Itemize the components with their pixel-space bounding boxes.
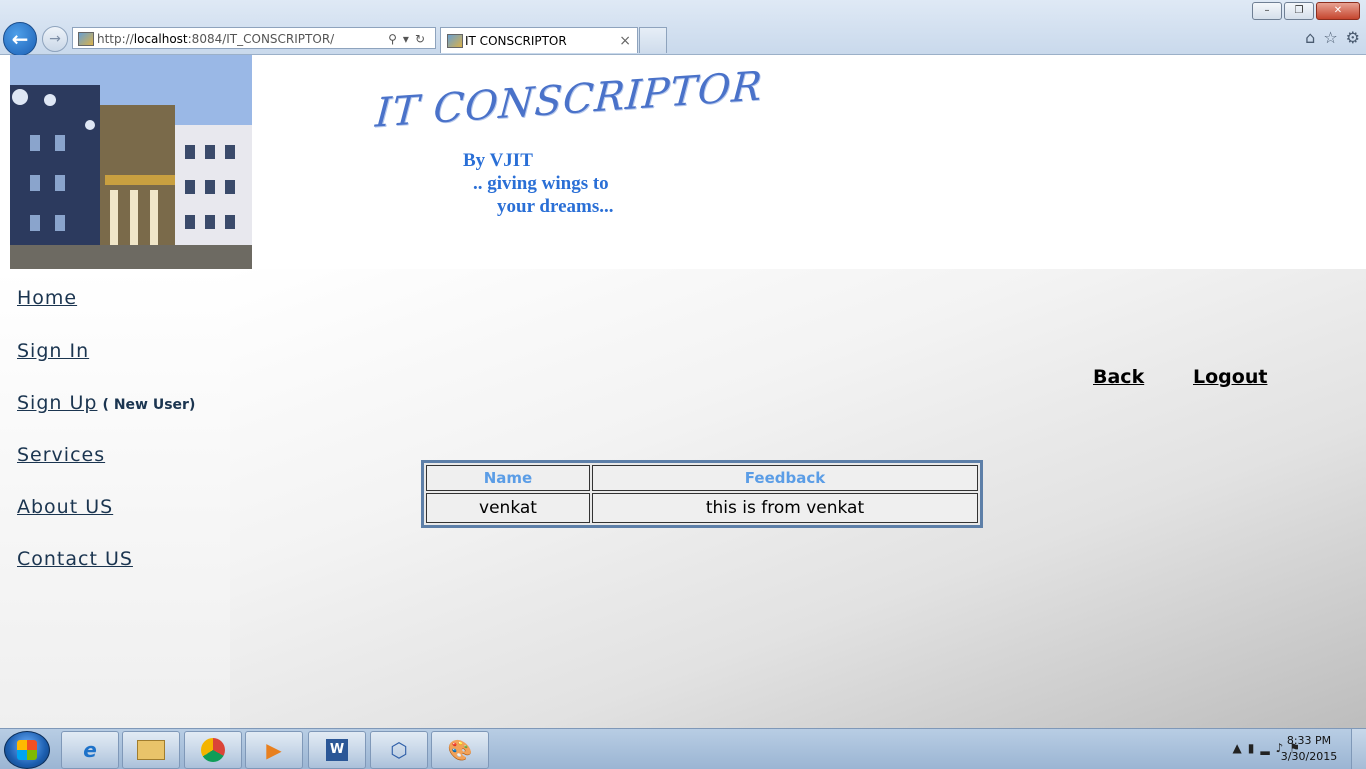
new-tab-button[interactable] xyxy=(639,27,667,53)
sidebar-nav: Home Sign In Sign Up ( New User) Service… xyxy=(0,269,230,728)
tab-close-icon[interactable]: × xyxy=(619,28,631,54)
url-host: localhost xyxy=(133,32,188,46)
address-bar[interactable]: http://localhost:8084/IT_CONSCRIPTOR/ ⚲▾… xyxy=(72,27,436,49)
tagline-by: By VJIT xyxy=(463,150,533,171)
file-explorer-icon[interactable] xyxy=(122,731,180,769)
page-favicon-icon xyxy=(78,32,94,46)
home-icon[interactable]: ⌂ xyxy=(1305,28,1315,47)
cell-feedback: this is from venkat xyxy=(592,493,978,523)
sidebar-item-contact-us[interactable]: Contact US xyxy=(17,548,133,570)
column-header-feedback: Feedback xyxy=(592,465,978,491)
url-prefix: http:// xyxy=(97,32,134,46)
start-button[interactable] xyxy=(4,731,50,769)
table-row: venkat this is from venkat xyxy=(426,493,978,523)
campus-building-image xyxy=(10,55,252,269)
word-icon[interactable]: W xyxy=(308,731,366,769)
window-controls: – ❐ ✕ xyxy=(1252,2,1360,20)
minimize-button[interactable]: – xyxy=(1252,2,1282,20)
restore-button[interactable]: ❐ xyxy=(1284,2,1314,20)
url-path: :8084/IT_CONSCRIPTOR/ xyxy=(187,32,335,46)
logout-link[interactable]: Logout xyxy=(1193,366,1267,388)
forward-arrow-icon[interactable]: → xyxy=(42,26,68,52)
sidebar-item-home[interactable]: Home xyxy=(17,287,77,309)
back-arrow-icon[interactable]: ← xyxy=(3,22,37,56)
internet-explorer-icon[interactable]: e xyxy=(61,731,119,769)
cell-name: venkat xyxy=(426,493,590,523)
clock-date: 3/30/2015 xyxy=(1280,750,1338,763)
column-header-name: Name xyxy=(426,465,590,491)
sidebar-item-about-us[interactable]: About US xyxy=(17,496,113,518)
sidebar-item-services[interactable]: Services xyxy=(17,444,105,466)
network-icon[interactable]: ▮ xyxy=(1248,741,1261,755)
favorites-star-icon[interactable]: ☆ xyxy=(1323,28,1337,47)
back-link[interactable]: Back xyxy=(1093,366,1144,388)
sidebar-item-sign-up[interactable]: Sign Up xyxy=(17,392,97,414)
paint-icon[interactable]: 🎨 xyxy=(431,731,489,769)
tab-favicon-icon xyxy=(447,34,463,48)
tab-title: IT CONSCRIPTOR xyxy=(465,34,567,48)
close-window-button[interactable]: ✕ xyxy=(1316,2,1360,20)
windows-logo-icon xyxy=(17,740,37,760)
media-player-icon[interactable]: ▶ xyxy=(245,731,303,769)
settings-gear-icon[interactable]: ⚙ xyxy=(1346,28,1360,47)
show-desktop-button[interactable] xyxy=(1351,729,1366,769)
tagline-wings: .. giving wings to xyxy=(473,173,609,194)
tray-show-hidden-icon[interactable]: ▲ xyxy=(1232,741,1247,755)
tab-it-conscriptor[interactable]: IT CONSCRIPTOR × xyxy=(440,27,638,53)
site-logo: IT CONSCRIPTOR xyxy=(373,63,765,137)
table-header-row: Name Feedback xyxy=(426,465,978,491)
browser-chrome: – ❐ ✕ ← → http://localhost:8084/IT_CONSC… xyxy=(0,0,1366,56)
chrome-icon[interactable] xyxy=(184,731,242,769)
main-content: Back Logout Name Feedback venkat this is… xyxy=(230,269,1366,728)
tagline-dreams: your dreams... xyxy=(497,196,614,217)
sidebar-item-sign-in[interactable]: Sign In xyxy=(17,340,89,362)
feedback-table: Name Feedback venkat this is from venkat xyxy=(421,460,983,528)
windows-taskbar: e ▶ W ⬡ 🎨 ▲▮▂♪⚑ 8:33 PM 3/30/2015 xyxy=(0,728,1366,769)
sidebar-item-sign-up-row: Sign Up ( New User) xyxy=(17,392,195,414)
address-bar-icons[interactable]: ⚲▾↻ xyxy=(388,28,431,50)
site-header: IT CONSCRIPTOR By VJIT .. giving wings t… xyxy=(0,55,1366,269)
system-clock[interactable]: 8:33 PM 3/30/2015 xyxy=(1274,733,1344,765)
clock-time: 8:33 PM xyxy=(1286,734,1332,747)
sign-up-note: ( New User) xyxy=(102,397,196,413)
virtualbox-icon[interactable]: ⬡ xyxy=(370,731,428,769)
page-viewport: IT CONSCRIPTOR By VJIT .. giving wings t… xyxy=(0,55,1366,728)
browser-tools: ⌂ ☆ ⚙ xyxy=(1305,28,1360,47)
